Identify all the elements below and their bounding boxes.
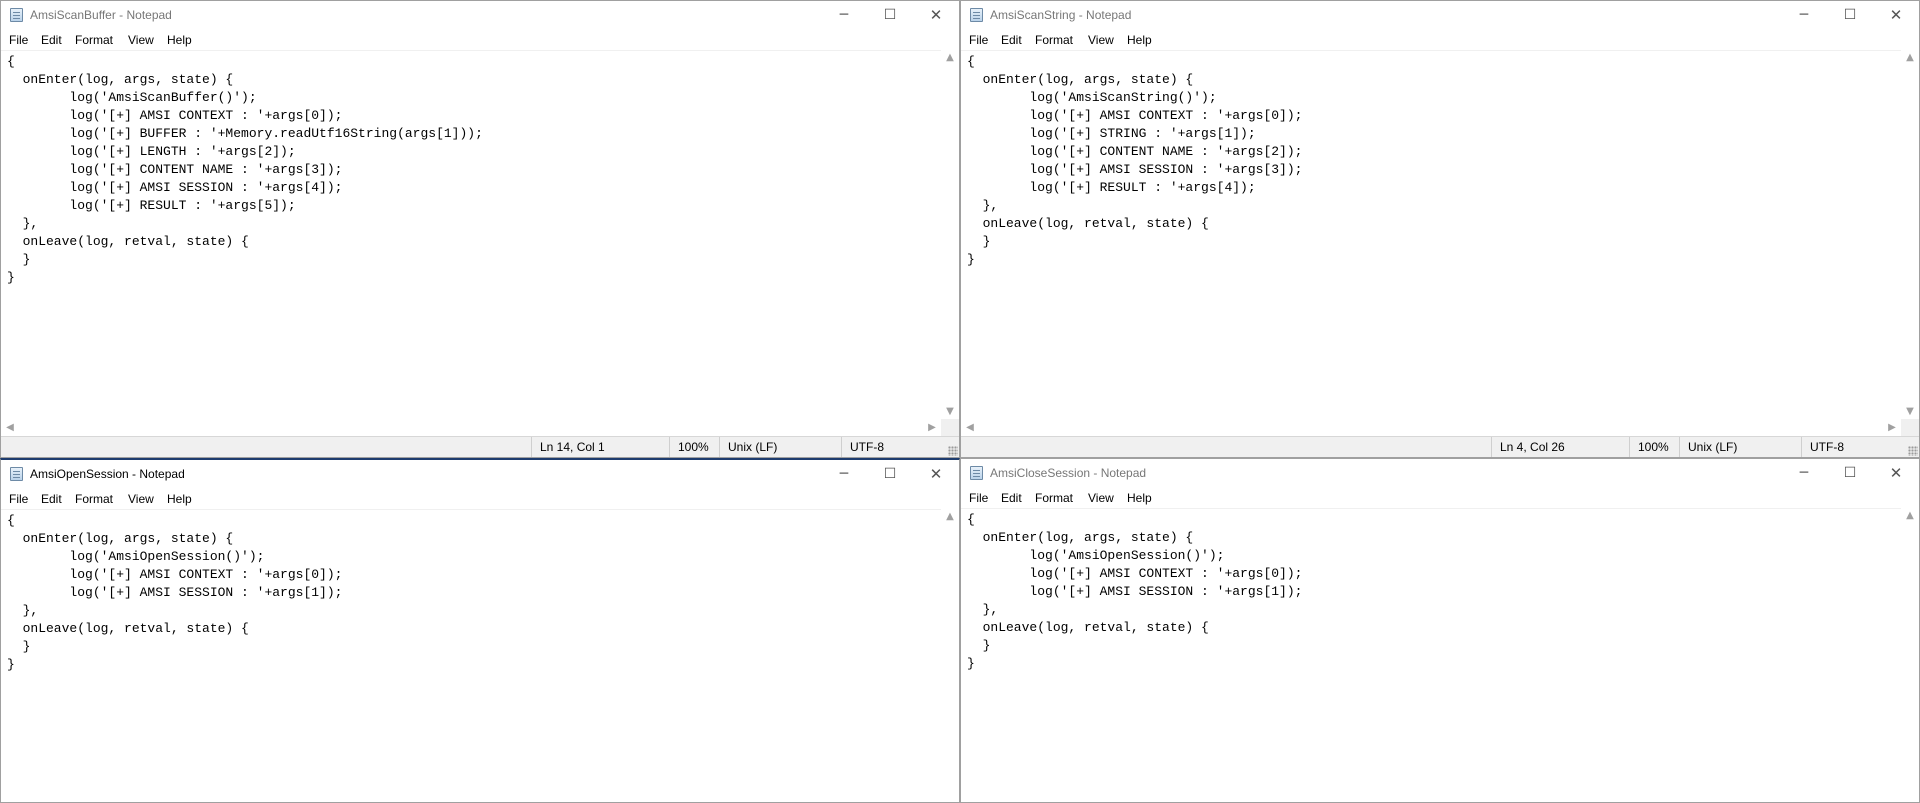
status-cursor-position: Ln 14, Col 1 [531,437,669,457]
menu-file[interactable]: File [969,33,988,47]
notepad-icon [10,467,23,481]
title-bar[interactable]: AmsiCloseSession - Notepad ─ ☐ ✕ [961,459,1919,488]
status-zoom: 100% [669,437,719,457]
scroll-corner [941,419,959,437]
notepad-icon [10,8,23,22]
notepad-window-amsiscanbuffer[interactable]: AmsiScanBuffer - Notepad ─ ☐ ✕ File Edit… [0,0,960,458]
scroll-up-icon[interactable]: ▲ [941,511,959,522]
menu-format[interactable]: Format [1035,491,1073,505]
close-icon[interactable]: ✕ [913,460,959,489]
scroll-up-icon[interactable]: ▲ [941,52,959,63]
menu-view[interactable]: View [128,492,154,506]
status-bar: Ln 4, Col 26 100% Unix (LF) UTF-8 [961,436,1919,457]
menu-file[interactable]: File [969,491,988,505]
menu-edit[interactable]: Edit [1001,491,1022,505]
horizontal-scrollbar[interactable]: ◀ ▶ [961,419,1901,437]
notepad-icon [970,466,983,480]
menu-bar: File Edit Format View Help [1,30,959,50]
title-bar[interactable]: AmsiScanBuffer - Notepad ─ ☐ ✕ [1,1,959,30]
status-bar: Ln 14, Col 1 100% Unix (LF) UTF-8 [1,436,959,457]
menu-bar: File Edit Format View Help [961,488,1919,508]
notepad-icon [970,8,983,22]
editor-text[interactable]: { onEnter(log, args, state) { log('AmsiO… [1,510,941,674]
scroll-down-icon[interactable]: ▼ [1901,406,1919,417]
scroll-left-icon[interactable]: ◀ [1,422,19,433]
scroll-up-icon[interactable]: ▲ [1901,52,1919,63]
menu-view[interactable]: View [1088,33,1114,47]
vertical-scrollbar[interactable]: ▲ ▼ [1901,50,1919,419]
minimize-icon[interactable]: ─ [1781,1,1827,30]
scroll-up-icon[interactable]: ▲ [1901,510,1919,521]
text-editor[interactable]: { onEnter(log, args, state) { log('AmsiO… [1,509,941,802]
menu-file[interactable]: File [9,33,28,47]
window-title: AmsiScanString - Notepad [990,8,1132,22]
vertical-scrollbar[interactable]: ▲ ▼ [941,50,959,419]
maximize-icon[interactable]: ☐ [867,460,913,489]
minimize-icon[interactable]: ─ [821,1,867,30]
menu-bar: File Edit Format View Help [961,30,1919,50]
editor-text[interactable]: { onEnter(log, args, state) { log('AmsiO… [961,509,1901,673]
menu-edit[interactable]: Edit [41,492,62,506]
status-encoding: UTF-8 [1801,437,1901,457]
menu-view[interactable]: View [128,33,154,47]
window-title: AmsiOpenSession - Notepad [30,467,185,481]
window-title: AmsiCloseSession - Notepad [990,466,1147,480]
editor-text[interactable]: { onEnter(log, args, state) { log('AmsiS… [961,51,1901,269]
title-bar[interactable]: AmsiScanString - Notepad ─ ☐ ✕ [961,1,1919,30]
text-editor[interactable]: { onEnter(log, args, state) { log('AmsiO… [961,508,1901,802]
menu-bar: File Edit Format View Help [1,489,959,509]
notepad-window-amsiscanstring[interactable]: AmsiScanString - Notepad ─ ☐ ✕ File Edit… [960,0,1920,458]
menu-format[interactable]: Format [1035,33,1073,47]
notepad-window-amsiopensession[interactable]: AmsiOpenSession - Notepad ─ ☐ ✕ File Edi… [0,458,960,803]
text-editor[interactable]: { onEnter(log, args, state) { log('AmsiS… [961,50,1901,419]
maximize-icon[interactable]: ☐ [1827,1,1873,30]
status-line-ending: Unix (LF) [719,437,841,457]
menu-help[interactable]: Help [167,33,192,47]
status-line-ending: Unix (LF) [1679,437,1801,457]
scroll-corner [1901,419,1919,437]
scroll-right-icon[interactable]: ▶ [923,422,941,433]
close-icon[interactable]: ✕ [913,1,959,30]
title-bar[interactable]: AmsiOpenSession - Notepad ─ ☐ ✕ [1,460,959,489]
minimize-icon[interactable]: ─ [1781,459,1827,488]
close-icon[interactable]: ✕ [1873,459,1919,488]
notepad-window-amsiclosesession[interactable]: AmsiCloseSession - Notepad ─ ☐ ✕ File Ed… [960,458,1920,803]
menu-format[interactable]: Format [75,492,113,506]
scroll-down-icon[interactable]: ▼ [941,406,959,417]
maximize-icon[interactable]: ☐ [867,1,913,30]
maximize-icon[interactable]: ☐ [1827,459,1873,488]
status-cursor-position: Ln 4, Col 26 [1491,437,1629,457]
status-encoding: UTF-8 [841,437,941,457]
window-title: AmsiScanBuffer - Notepad [30,8,172,22]
menu-help[interactable]: Help [167,492,192,506]
scroll-left-icon[interactable]: ◀ [961,422,979,433]
menu-edit[interactable]: Edit [41,33,62,47]
menu-view[interactable]: View [1088,491,1114,505]
editor-text[interactable]: { onEnter(log, args, state) { log('AmsiS… [1,51,941,287]
vertical-scrollbar[interactable]: ▲ [941,509,959,802]
minimize-icon[interactable]: ─ [821,460,867,489]
status-zoom: 100% [1629,437,1679,457]
resize-grip-icon[interactable] [948,446,958,456]
menu-help[interactable]: Help [1127,491,1152,505]
scroll-right-icon[interactable]: ▶ [1883,422,1901,433]
menu-format[interactable]: Format [75,33,113,47]
text-editor[interactable]: { onEnter(log, args, state) { log('AmsiS… [1,50,941,419]
menu-file[interactable]: File [9,492,28,506]
vertical-scrollbar[interactable]: ▲ [1901,508,1919,802]
menu-edit[interactable]: Edit [1001,33,1022,47]
menu-help[interactable]: Help [1127,33,1152,47]
horizontal-scrollbar[interactable]: ◀ ▶ [1,419,941,437]
close-icon[interactable]: ✕ [1873,1,1919,30]
resize-grip-icon[interactable] [1908,446,1918,456]
